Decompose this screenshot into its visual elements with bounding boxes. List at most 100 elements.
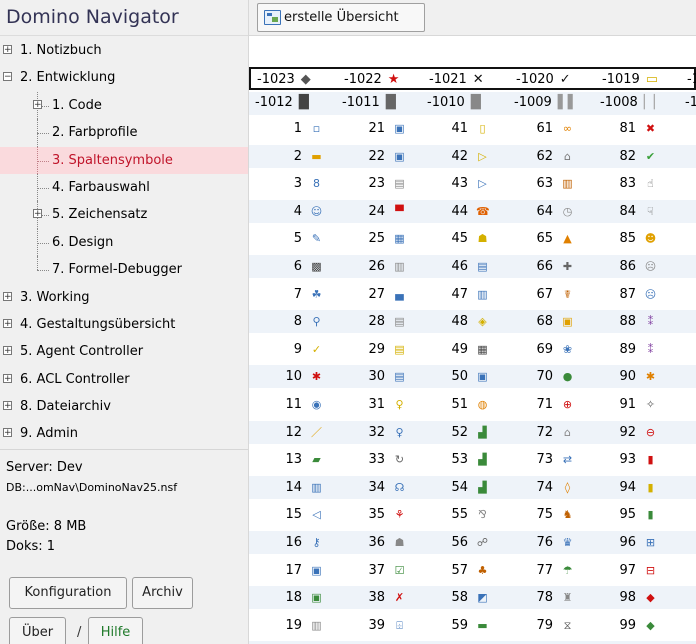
expand-icon[interactable]: +: [33, 99, 42, 109]
symbol-cell: 85 ☻: [592, 227, 656, 250]
column-symbol-icon: ●: [562, 370, 573, 384]
symbol-number: 16: [285, 535, 302, 550]
symbol-row: 6 ▩ 26 ▥ 46 ▤ 66 ✚ 86 ☹: [249, 255, 696, 278]
symbol-number: 39: [368, 617, 385, 633]
column-symbol-icon: ⊞: [645, 536, 656, 549]
collapse-icon[interactable]: −: [3, 72, 12, 82]
tree-item-label: 4. Farbauswahl: [52, 179, 150, 195]
column-symbol-icon: ⊟: [645, 563, 656, 577]
column-symbol-icon: ✓: [559, 72, 571, 87]
symbol-number: -1008: [600, 95, 638, 110]
expand-icon[interactable]: +: [3, 45, 12, 55]
tree-item[interactable]: +5. Zeichensatz: [0, 201, 248, 229]
column-symbol-icon: ▣: [562, 315, 573, 329]
tree-item[interactable]: +9. Admin: [0, 420, 248, 447]
symbol-number: 63: [536, 176, 553, 192]
symbol-number: 78: [536, 590, 553, 606]
column-symbol-icon: ◁: [312, 508, 321, 522]
symbol-number: 34: [368, 479, 385, 495]
column-symbol-icon: ⁑: [647, 342, 654, 356]
symbol-row: 11 ◉ 31 ♀ 51 ◍ 71 ⊕ 91 ✧: [249, 393, 696, 416]
column-symbol-icon: ♀: [395, 398, 404, 411]
symbol-cell: 53 ▟: [424, 448, 486, 471]
column-symbol-icon: ✖: [645, 122, 656, 135]
tree-item[interactable]: +1. Notizbuch: [0, 37, 248, 64]
expand-icon[interactable]: +: [3, 428, 12, 438]
symbol-number: 52: [451, 424, 468, 440]
expand-icon[interactable]: +: [3, 346, 12, 356]
symbol-number: 25: [368, 231, 385, 247]
expand-icon[interactable]: +: [3, 373, 12, 383]
expand-icon[interactable]: +: [3, 401, 12, 411]
symbol-row: 10 ✱ 30 ▤ 50 ▣ 70 ● 90 ✱: [249, 365, 696, 389]
symbol-number: -1011: [342, 95, 380, 110]
tree-item[interactable]: 6. Design: [0, 228, 248, 257]
konfiguration-button[interactable]: Konfiguration: [9, 577, 127, 609]
column-symbol-icon: ⊕: [562, 398, 573, 411]
symbol-number: 47: [451, 286, 468, 302]
symbol-number: -1010: [427, 95, 465, 110]
tree-item[interactable]: 2. Farbprofile: [0, 119, 248, 147]
tree-item[interactable]: +4. Gestaltungsübersicht: [0, 311, 248, 338]
tree-item[interactable]: 7. Formel-Debugger: [0, 256, 248, 283]
column-symbol-icon: ◍: [477, 398, 488, 411]
symbol-number: 89: [619, 341, 636, 357]
column-symbol-icon: ◆: [646, 591, 655, 605]
tree-item-label: 7. Formel-Debugger: [52, 262, 182, 278]
column-symbol-icon: ☤: [563, 287, 572, 301]
column-symbol-icon: ▄: [395, 287, 404, 301]
symbol-row: 4 ☺ 24 ▀ 44 ☎ 64 ◷ 84 ☟: [249, 199, 696, 223]
symbol-number: 46: [451, 259, 468, 274]
symbol-number: 35: [368, 507, 385, 523]
column-symbol-icon: ☂: [562, 563, 573, 577]
symbol-number: 4: [293, 203, 302, 219]
tree-connector: [37, 160, 49, 162]
hilfe-button[interactable]: Hilfe: [88, 617, 143, 644]
tree-item[interactable]: +8. Dateiarchiv: [0, 393, 248, 420]
symbol-number: 32: [368, 424, 385, 440]
column-symbol-icon: ✔: [645, 149, 656, 163]
tree-item[interactable]: 3. Spaltensymbole: [0, 146, 248, 174]
tree-item[interactable]: −2. Entwicklung: [0, 64, 248, 91]
symbol-cell: 56 ☍: [424, 531, 488, 554]
symbol-cell: 48 ◈: [424, 310, 486, 333]
column-symbol-icon: ▤: [394, 315, 405, 329]
symbol-cell: 24 ▀: [341, 200, 403, 223]
symbol-cell: 49 ▦: [424, 338, 487, 361]
symbol-number: 73: [536, 452, 553, 468]
symbol-cell: 11 ◉: [258, 393, 321, 416]
symbol-number: -1020: [516, 72, 554, 87]
column-symbol-icon: ▀: [395, 204, 404, 218]
tree-item[interactable]: +6. ACL Controller: [0, 366, 248, 393]
tree-item[interactable]: +5. Agent Controller: [0, 338, 248, 365]
expand-icon[interactable]: +: [3, 291, 12, 301]
symbol-cell: 84 ☟: [592, 200, 653, 223]
expand-icon[interactable]: +: [3, 318, 12, 328]
tree-item[interactable]: 4. Farbauswahl: [0, 173, 248, 202]
symbol-number: -1019: [602, 72, 640, 87]
tree-item[interactable]: +3. Working: [0, 284, 248, 311]
column-symbol-icon: ▣: [311, 591, 322, 605]
create-overview-button[interactable]: erstelle Übersicht: [257, 3, 425, 32]
expand-icon[interactable]: +: [33, 209, 42, 219]
column-symbol-icon: ⧖: [563, 618, 572, 632]
symbol-cell: 19 ▥: [258, 614, 321, 637]
symbol-number: 10: [285, 369, 302, 385]
symbol-row: 17 ▣ 37 ☑ 57 ♣ 77 ☂ 97 ⊟: [249, 559, 696, 582]
column-symbol-icon: ☹: [644, 287, 657, 301]
column-symbol-icon: ♣: [477, 563, 488, 577]
database-size: Größe: 8 MB: [6, 519, 87, 534]
ueber-button[interactable]: Über: [9, 617, 66, 644]
tree-item-label: 8. Dateiarchiv: [20, 399, 111, 415]
symbol-number: -1022: [344, 72, 382, 87]
tree-item[interactable]: +1. Code: [0, 91, 248, 120]
archiv-button[interactable]: Archiv: [132, 577, 193, 609]
symbol-number: 36: [368, 535, 385, 550]
symbol-cell: 12 ／: [258, 421, 322, 444]
symbol-cell: 72 ⌂: [509, 421, 571, 444]
symbol-row: 8 ⚲ 28 ▤ 48 ◈ 68 ▣ 88 ⁑: [249, 310, 696, 334]
symbol-row: 9 ✓ 29 ▤ 49 ▦ 69 ❀ 89 ⁑: [249, 338, 696, 361]
symbol-number: 67: [536, 286, 553, 302]
column-symbol-icon: ✱: [645, 370, 656, 384]
symbol-cell: 73 ⇄: [509, 448, 572, 471]
